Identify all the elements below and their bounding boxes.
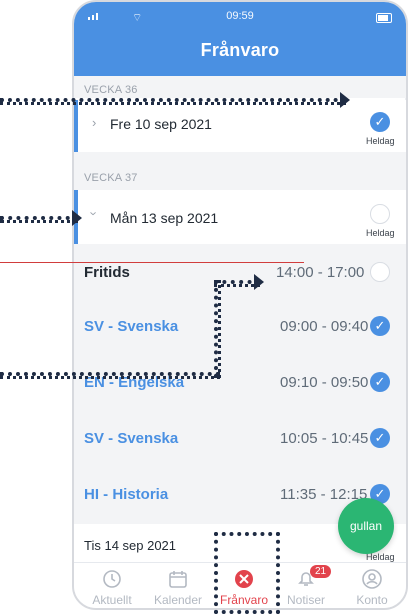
- app-header: ⌔ 09:59 Frånvaro: [74, 2, 406, 76]
- chevron-down-icon: ›: [86, 211, 102, 216]
- lesson-row[interactable]: EN - Engelska 09:10 - 09:50 ✓: [74, 364, 406, 404]
- lesson-name: Fritids: [84, 264, 130, 281]
- unchecked-icon[interactable]: [370, 262, 390, 282]
- calendar-icon: [169, 571, 187, 588]
- lesson-name: SV - Svenska: [84, 430, 179, 447]
- annotation-arrow: [72, 210, 82, 226]
- fab-label: gullan: [349, 519, 383, 533]
- battery-icon: [376, 13, 392, 23]
- lesson-row[interactable]: SV - Svenska 09:00 - 09:40 ✓: [74, 308, 406, 348]
- tab-aktuellt[interactable]: Aktuellt: [80, 567, 144, 607]
- check-icon[interactable]: ✓: [370, 112, 390, 132]
- check-icon[interactable]: ✓: [370, 316, 390, 336]
- annotation-dotted-box: [214, 532, 280, 614]
- annotation-dotted-line: [0, 216, 78, 223]
- lesson-name: HI - Historia: [84, 486, 169, 503]
- tab-konto[interactable]: Konto: [340, 567, 404, 607]
- status-time: 09:59: [226, 10, 254, 22]
- page-title: Frånvaro: [200, 40, 280, 60]
- annotation-dotted-line: [214, 280, 221, 378]
- annotation-dotted-line: [0, 372, 220, 379]
- lesson-time: 14:00 - 17:00: [276, 264, 365, 281]
- status-bar: ⌔ 09:59: [74, 10, 406, 26]
- fab-button[interactable]: gullan: [338, 498, 394, 554]
- check-icon[interactable]: ✓: [370, 372, 390, 392]
- tab-label: Kalender: [153, 593, 203, 607]
- clock-icon: [103, 570, 121, 588]
- week-label: VECKA 37: [84, 172, 138, 184]
- tab-label: Konto: [356, 593, 388, 607]
- tab-label: Aktuellt: [92, 593, 132, 607]
- day-date: Mån 13 sep 2021: [110, 210, 219, 226]
- day-date: Tis 14 sep 2021: [84, 538, 177, 553]
- week-label: VECKA 36: [84, 84, 138, 96]
- annotation-dotted-line: [0, 98, 346, 105]
- day-date: Fre 10 sep 2021: [110, 116, 212, 132]
- lesson-row[interactable]: SV - Svenska 10:05 - 10:45 ✓: [74, 420, 406, 460]
- day-row-fre-10[interactable]: › Fre 10 sep 2021 ✓ Heldag: [74, 100, 406, 152]
- user-icon: [362, 569, 382, 589]
- annotation-arrow: [340, 92, 350, 108]
- annotation-red-line: [0, 262, 304, 263]
- tab-label: Notiser: [286, 593, 325, 607]
- lesson-time: 09:10 - 09:50: [280, 374, 369, 391]
- tab-notiser[interactable]: 21 Notiser: [274, 565, 338, 607]
- tab-kalender[interactable]: Kalender: [146, 567, 210, 607]
- heldag-label: Heldag: [366, 228, 395, 238]
- lesson-row[interactable]: Fritids 14:00 - 17:00: [74, 254, 406, 294]
- lesson-time: 10:05 - 10:45: [280, 430, 369, 447]
- annotation-arrow: [254, 274, 264, 290]
- day-row-man-13[interactable]: › Mån 13 sep 2021 Heldag: [74, 190, 406, 244]
- check-icon[interactable]: ✓: [370, 428, 390, 448]
- lesson-time: 09:00 - 09:40: [280, 318, 369, 335]
- notification-badge: 21: [310, 565, 332, 578]
- unchecked-icon[interactable]: [370, 204, 390, 224]
- heldag-label: Heldag: [366, 136, 395, 146]
- chevron-right-icon: ›: [92, 115, 97, 130]
- lesson-name: SV - Svenska: [84, 318, 179, 335]
